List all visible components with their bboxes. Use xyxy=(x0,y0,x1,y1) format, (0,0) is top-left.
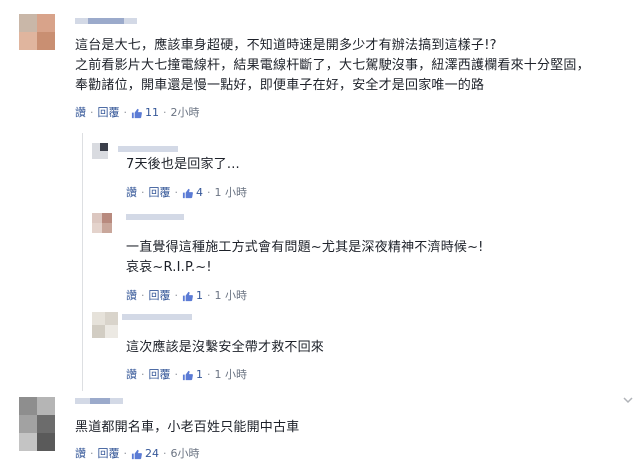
like-thumb-icon xyxy=(131,108,142,118)
author-name-redacted[interactable] xyxy=(90,398,110,404)
reply-line: 哀哀~R.I.P.~! xyxy=(126,260,212,275)
reply-link[interactable]: 回覆 xyxy=(98,447,120,461)
like-count[interactable]: 24 xyxy=(145,447,159,461)
comment-actions: 讚 · 回覆 · 11 · 2小時 xyxy=(75,106,200,120)
like-link[interactable]: 讚 xyxy=(126,186,137,200)
comment-time[interactable]: 2小時 xyxy=(171,106,200,120)
reply-text: 這次應該是沒繫安全帶才救不回來 xyxy=(126,338,324,358)
separator-dot: · xyxy=(163,447,167,460)
like-link[interactable]: 讚 xyxy=(126,368,137,382)
comment-line: 黑道都開名車，小老百姓只能開中古車 xyxy=(75,420,300,435)
separator-dot: · xyxy=(174,289,179,302)
reply-actions: 讚 · 回覆 · 1 · 1 小時 xyxy=(126,368,247,382)
like-link[interactable]: 讚 xyxy=(75,106,86,120)
separator-dot: · xyxy=(90,106,94,119)
like-thumb-icon xyxy=(182,291,193,301)
comment-line: 奉勸諸位，開車還是慢一點好，即便車子在好，安全才是回家唯一的路 xyxy=(75,78,485,93)
separator-dot: · xyxy=(123,106,128,119)
reply-line: 這次應該是沒繫安全帶才救不回來 xyxy=(126,340,325,355)
like-link[interactable]: 讚 xyxy=(126,289,137,303)
reply-time[interactable]: 1 小時 xyxy=(215,368,248,382)
separator-dot: · xyxy=(174,368,179,381)
separator-dot: · xyxy=(123,447,128,460)
author-name-redacted[interactable] xyxy=(126,214,184,220)
like-count[interactable]: 11 xyxy=(145,106,159,120)
avatar[interactable] xyxy=(19,14,55,50)
chevron-down-icon[interactable] xyxy=(623,396,633,404)
comment-actions: 讚 · 回覆 · 24 · 6小時 xyxy=(75,447,200,461)
separator-dot: · xyxy=(163,106,167,119)
reply-line: 一直覺得這種施工方式會有問題~尤其是深夜精神不濟時候~! xyxy=(126,240,484,255)
avatar[interactable] xyxy=(19,397,55,451)
separator-dot: · xyxy=(207,289,211,302)
separator-dot: · xyxy=(141,186,145,199)
separator-dot: · xyxy=(90,447,94,460)
separator-dot: · xyxy=(174,186,179,199)
like-thumb-icon xyxy=(131,449,142,459)
avatar[interactable] xyxy=(92,143,108,159)
reply-link[interactable]: 回覆 xyxy=(98,106,120,120)
author-name-redacted[interactable] xyxy=(88,18,124,24)
like-thumb-icon xyxy=(182,188,193,198)
comment-text: 黑道都開名車，小老百姓只能開中古車 xyxy=(75,418,299,438)
reply-actions: 讚 · 回覆 · 1 · 1 小時 xyxy=(126,289,247,303)
reply-time[interactable]: 1 小時 xyxy=(215,186,248,200)
separator-dot: · xyxy=(207,186,211,199)
author-name-redacted[interactable] xyxy=(122,314,192,320)
reply-line: 7天後也是回家了... xyxy=(126,157,240,172)
separator-dot: · xyxy=(141,289,145,302)
like-count[interactable]: 1 xyxy=(196,289,203,303)
like-link[interactable]: 讚 xyxy=(75,447,86,461)
avatar[interactable] xyxy=(92,213,112,233)
like-count[interactable]: 1 xyxy=(196,368,203,382)
avatar[interactable] xyxy=(92,312,118,338)
reply-link[interactable]: 回覆 xyxy=(149,289,171,303)
reply-link[interactable]: 回覆 xyxy=(149,368,171,382)
separator-dot: · xyxy=(207,368,211,381)
comment-line: 這台是大七，應該車身超硬，不知道時速是開多少才有辦法搞到這樣子!? xyxy=(75,38,497,53)
author-name-redacted[interactable] xyxy=(118,146,178,152)
like-thumb-icon xyxy=(182,370,193,380)
reply-link[interactable]: 回覆 xyxy=(149,186,171,200)
comment-text: 這台是大七，應該車身超硬，不知道時速是開多少才有辦法搞到這樣子!? 之前看影片大… xyxy=(75,36,630,96)
reply-text: 一直覺得這種施工方式會有問題~尤其是深夜精神不濟時候~! 哀哀~R.I.P.~! xyxy=(126,238,484,278)
reply-time[interactable]: 1 小時 xyxy=(215,289,248,303)
like-count[interactable]: 4 xyxy=(196,186,203,200)
comment-time[interactable]: 6小時 xyxy=(171,447,200,461)
reply-actions: 讚 · 回覆 · 4 · 1 小時 xyxy=(126,186,247,200)
reply-text: 7天後也是回家了... xyxy=(126,155,240,175)
separator-dot: · xyxy=(141,368,145,381)
comment-line: 之前看影片大七撞電線杆，結果電線杆斷了，大七駕駛沒事，紐澤西護欄看來十分堅固， xyxy=(75,58,590,73)
